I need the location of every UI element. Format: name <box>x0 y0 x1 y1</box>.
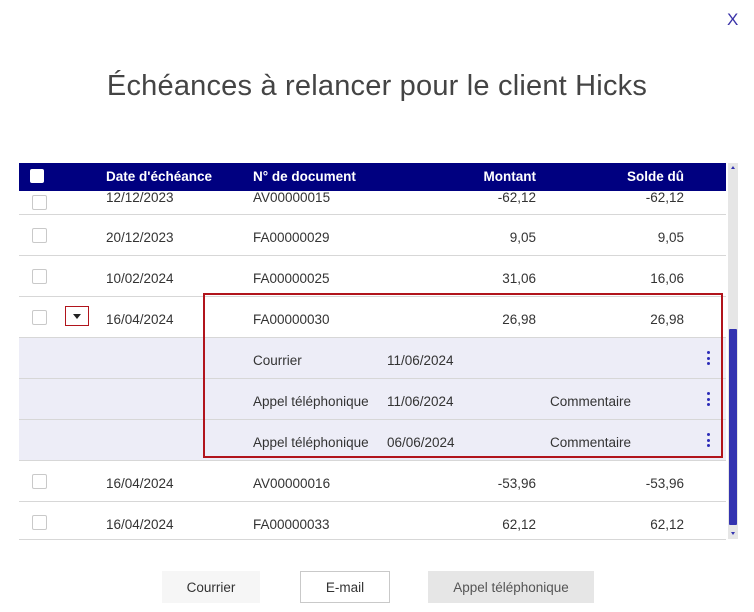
row-checkbox[interactable] <box>32 228 47 243</box>
table-row[interactable]: 10/02/2024 FA00000025 31,06 16,06 <box>19 256 726 297</box>
dialog-title: Échéances à relancer pour le client Hick… <box>106 70 648 102</box>
row-expand-button[interactable] <box>65 306 89 326</box>
select-all-checkbox[interactable] <box>30 169 44 183</box>
column-header-montant[interactable]: Montant <box>439 169 536 184</box>
row-checkbox[interactable] <box>32 310 47 325</box>
reminder-comment: Commentaire <box>550 435 632 450</box>
row-date: 20/12/2023 <box>106 230 174 245</box>
table-row[interactable]: 16/04/2024 FA00000033 62,12 62,12 <box>19 502 726 538</box>
row-checkbox[interactable] <box>32 474 47 489</box>
reminder-date: 11/06/2024 <box>387 353 454 368</box>
column-header-solde[interactable]: Solde dû <box>589 169 684 184</box>
row-date: 12/12/2023 <box>106 190 174 205</box>
reminder-row[interactable]: Appel téléphonique 11/06/2024 Commentair… <box>19 379 726 420</box>
due-dates-grid: Date d'échéance N° de document Montant S… <box>19 163 726 540</box>
row-checkbox[interactable] <box>32 195 47 210</box>
reminder-comment: Commentaire <box>550 394 632 409</box>
courrier-button[interactable]: Courrier <box>162 571 260 603</box>
row-date: 16/04/2024 <box>106 476 174 491</box>
table-row[interactable]: 20/12/2023 FA00000029 9,05 9,05 <box>19 215 726 256</box>
row-checkbox[interactable] <box>32 269 47 284</box>
scroll-down-icon[interactable] <box>731 532 735 535</box>
row-montant: 62,12 <box>502 517 536 532</box>
row-montant: -62,12 <box>497 190 536 205</box>
grid-scrollbar[interactable] <box>728 163 738 539</box>
row-date: 16/04/2024 <box>106 517 174 532</box>
row-checkbox[interactable] <box>32 515 47 530</box>
caret-down-icon <box>73 314 81 319</box>
row-date: 16/04/2024 <box>106 312 174 327</box>
row-montant: 26,98 <box>502 312 536 327</box>
close-icon[interactable]: X <box>727 10 738 30</box>
row-montant: 31,06 <box>502 271 536 286</box>
row-document: FA00000025 <box>253 271 330 286</box>
reminder-date: 11/06/2024 <box>387 394 454 409</box>
row-date: 10/02/2024 <box>106 271 174 286</box>
table-row-expanded[interactable]: 16/04/2024 FA00000030 26,98 26,98 <box>19 297 726 338</box>
row-solde: 26,98 <box>650 312 684 327</box>
more-options-icon[interactable] <box>707 433 711 450</box>
row-document: AV00000016 <box>253 476 331 491</box>
grid-header: Date d'échéance N° de document Montant S… <box>19 163 726 191</box>
email-button[interactable]: E-mail <box>300 571 390 603</box>
table-row[interactable]: 16/04/2024 AV00000016 -53,96 -53,96 <box>19 461 726 502</box>
row-montant: -53,96 <box>497 476 536 491</box>
reminder-type: Courrier <box>253 353 302 368</box>
column-header-date[interactable]: Date d'échéance <box>106 169 212 184</box>
row-document: FA00000030 <box>253 312 330 327</box>
scroll-up-icon[interactable] <box>731 166 735 169</box>
row-document: FA00000033 <box>253 517 330 532</box>
reminder-date: 06/06/2024 <box>387 435 455 450</box>
phone-call-button[interactable]: Appel téléphonique <box>428 571 594 603</box>
row-solde: 9,05 <box>657 230 684 245</box>
row-solde: -62,12 <box>645 190 684 205</box>
column-header-document[interactable]: N° de document <box>253 169 356 184</box>
reminder-row[interactable]: Courrier 11/06/2024 <box>19 338 726 379</box>
row-document: AV00000015 <box>253 190 331 205</box>
row-solde: 62,12 <box>650 517 684 532</box>
more-options-icon[interactable] <box>707 392 711 409</box>
reminder-type: Appel téléphonique <box>253 435 369 450</box>
reminder-type: Appel téléphonique <box>253 394 369 409</box>
scrollbar-thumb[interactable] <box>729 329 737 525</box>
row-solde: -53,96 <box>645 476 684 491</box>
row-solde: 16,06 <box>650 271 684 286</box>
row-montant: 9,05 <box>509 230 536 245</box>
row-document: FA00000029 <box>253 230 330 245</box>
more-options-icon[interactable] <box>707 351 711 368</box>
reminder-row[interactable]: Appel téléphonique 06/06/2024 Commentair… <box>19 420 726 461</box>
